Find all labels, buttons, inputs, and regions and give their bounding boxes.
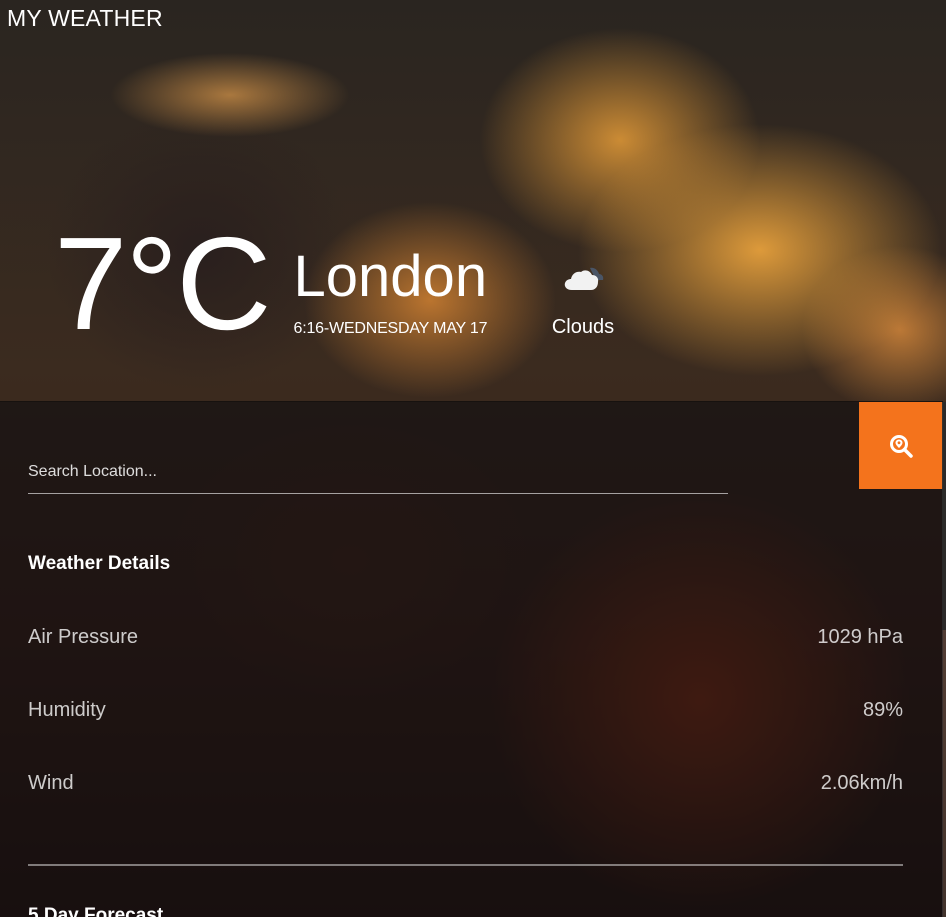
app-title: MY WEATHER: [7, 5, 163, 31]
forecast-title: 5 Day Forecast: [28, 905, 164, 917]
weather-details-title: Weather Details: [28, 553, 171, 574]
search-location-icon: [890, 434, 913, 458]
weather-page: MY WEATHER 7°C London 6:16-WEDNESDAY MAY…: [0, 0, 946, 917]
detail-label: Wind: [28, 772, 74, 794]
cloud-icon: [564, 267, 604, 290]
detail-row-air-pressure: Air Pressure 1029 hPa: [28, 626, 903, 649]
temperature: 7°C: [54, 210, 272, 357]
detail-label: Humidity: [28, 699, 106, 721]
search-button[interactable]: [859, 402, 943, 489]
search-input[interactable]: [28, 458, 728, 494]
location-block: London 6:16-WEDNESDAY MAY 17: [294, 248, 488, 338]
detail-row-wind: Wind 2.06km/h: [28, 772, 903, 795]
section-divider: [28, 864, 903, 866]
detail-value: 1029 hPa: [817, 626, 903, 648]
search-field-wrap: [28, 458, 728, 494]
current-weather: 7°C London 6:16-WEDNESDAY MAY 17: [54, 210, 488, 357]
scrollbar-thumb[interactable]: [942, 402, 946, 630]
condition-text: Clouds: [551, 316, 615, 338]
condition-block: Clouds: [550, 262, 616, 339]
date-time: 6:16-WEDNESDAY MAY 17: [293, 320, 488, 337]
detail-value: 89%: [862, 699, 903, 721]
city-name: London: [293, 244, 488, 309]
detail-row-humidity: Humidity 89%: [28, 699, 903, 722]
detail-label: Air Pressure: [28, 626, 139, 648]
detail-value: 2.06km/h: [820, 772, 903, 794]
